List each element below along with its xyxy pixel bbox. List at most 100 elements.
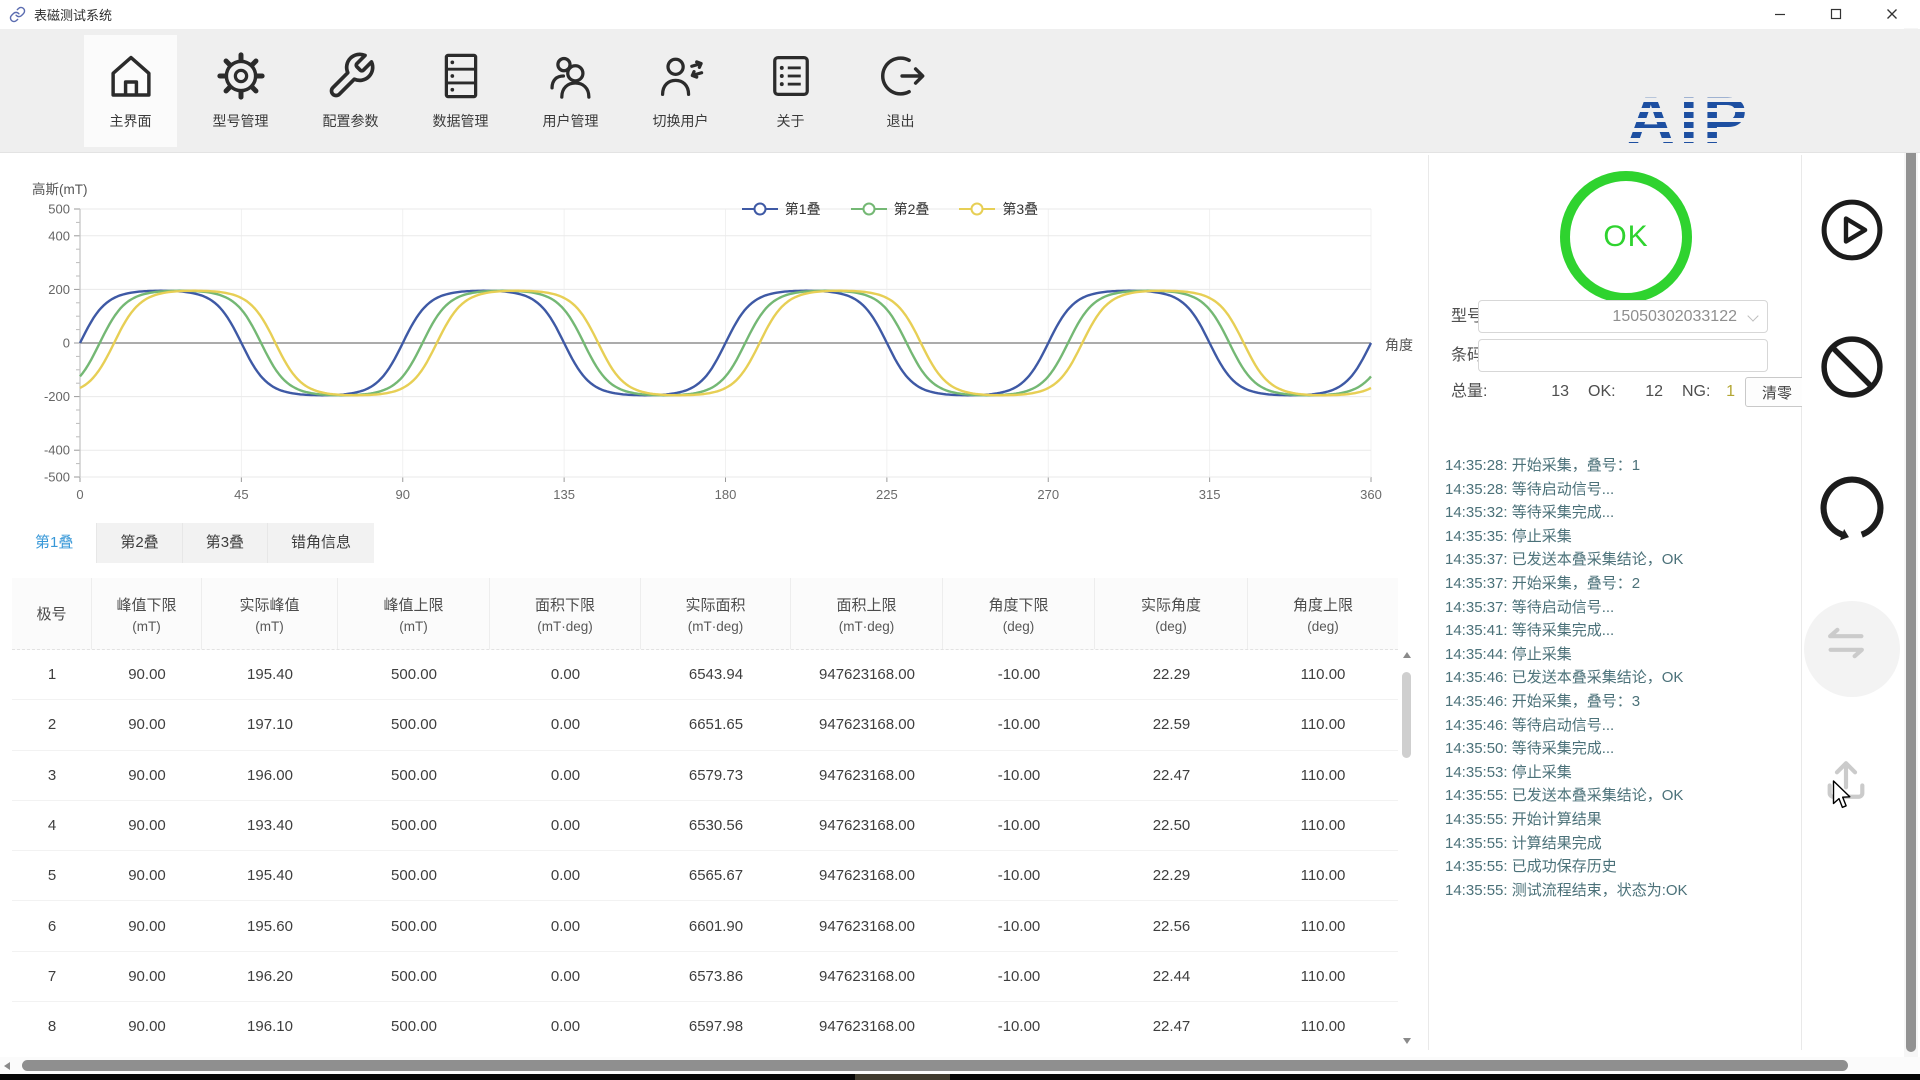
table-cell: 90.00 xyxy=(128,1018,166,1036)
table-cell: 110.00 xyxy=(1300,1018,1346,1036)
table-cell: 90.00 xyxy=(128,716,166,734)
table-cell: 110.00 xyxy=(1300,716,1346,734)
log-line: 14:35:46: 等待启动信号... xyxy=(1445,716,1615,734)
table-cell: 8 xyxy=(47,1018,57,1036)
table-row[interactable]: 3 90.00 196.00 500.00 0.00 6579.73 947623168.0… xyxy=(12,751,1398,801)
tab-第3叠[interactable]: 第3叠 xyxy=(183,523,269,563)
close-button[interactable] xyxy=(1864,0,1920,28)
maximize-button[interactable] xyxy=(1808,0,1864,28)
legend-item-第2叠[interactable]: 第2叠 xyxy=(850,199,930,219)
svg-text:-200: -200 xyxy=(44,389,70,404)
toolbar-item-退出[interactable]: 退出 xyxy=(854,35,947,147)
toolbar-item-数据管理[interactable]: 数据管理 xyxy=(414,35,507,147)
table-scroll-thumb[interactable] xyxy=(1402,672,1411,758)
toolbar-item-label: 数据管理 xyxy=(432,113,489,129)
database-icon xyxy=(435,50,487,102)
svg-text:45: 45 xyxy=(234,487,248,502)
reset-button[interactable] xyxy=(1817,473,1887,543)
table-cell: 22.29 xyxy=(1152,666,1191,684)
start-button[interactable] xyxy=(1817,195,1887,265)
table-cell: 6597.98 xyxy=(688,1018,744,1036)
table-row[interactable]: 6 90.00 195.60 500.00 0.00 6601.90 947623168.0… xyxy=(12,901,1398,952)
svg-text:400: 400 xyxy=(48,228,70,243)
column-header-实际面积: 实际面积 (mT·deg) xyxy=(641,578,791,649)
svg-text:360: 360 xyxy=(1360,487,1382,502)
result-text: OK xyxy=(1603,220,1649,253)
horizontal-scroll-thumb[interactable] xyxy=(22,1060,1848,1071)
table-cell: 500.00 xyxy=(391,766,437,784)
toolbar-item-主界面[interactable]: 主界面 xyxy=(84,34,177,147)
legend-item-第3叠[interactable]: 第3叠 xyxy=(959,199,1038,219)
table-scroll-down-icon[interactable] xyxy=(1402,1038,1411,1044)
table-row[interactable]: 8 90.00 196.10 500.00 0.00 6597.98 947623168.0… xyxy=(12,1002,1398,1045)
legend-item-第1叠[interactable]: 第1叠 xyxy=(741,199,821,219)
table-scrollbar[interactable] xyxy=(1400,652,1413,1044)
tab-第2叠[interactable]: 第2叠 xyxy=(97,523,183,563)
toolbar-item-型号管理[interactable]: 型号管理 xyxy=(194,35,287,147)
table-cell: 500.00 xyxy=(391,817,437,835)
svg-text:500: 500 xyxy=(48,202,70,217)
table-cell: 947623168.00 xyxy=(819,766,915,784)
table-row[interactable]: 1 90.00 195.40 500.00 0.00 6543.94 947623168.0… xyxy=(12,650,1398,701)
table-cell: 22.29 xyxy=(1152,867,1191,885)
table-cell: 5 xyxy=(47,867,57,885)
table-cell: 0.00 xyxy=(550,666,581,684)
table-cell: 0.00 xyxy=(550,1018,581,1036)
table-cell: 500.00 xyxy=(391,716,437,734)
tab-第1叠[interactable]: 第1叠 xyxy=(12,523,98,563)
table-cell: 6573.86 xyxy=(688,967,744,985)
toolbar-item-用户管理[interactable]: 用户管理 xyxy=(524,35,617,147)
chart-y-axis-title: 高斯(mT) xyxy=(32,182,88,197)
table-cell: -10.00 xyxy=(997,666,1041,684)
legend-marker-icon xyxy=(959,202,996,216)
toolbar-item-切换用户[interactable]: 切换用户 xyxy=(634,35,727,147)
switch-user-icon xyxy=(655,50,707,102)
main-toolbar: 主界面 型号管理 配置参数 数据管理 用户管理 切换用户 关于 退出 AIP xyxy=(0,29,1920,158)
log-line: 14:35:55: 测试流程结束，状态为:OK xyxy=(1445,881,1688,899)
table-cell: -10.00 xyxy=(997,817,1041,835)
table-row[interactable]: 5 90.00 195.40 500.00 0.00 6565.67 947623168.0… xyxy=(12,851,1398,902)
table-row[interactable]: 7 90.00 196.20 500.00 0.00 6573.86 947623168.0… xyxy=(12,952,1398,1003)
toolbar-item-label: 退出 xyxy=(886,113,915,129)
minimize-button[interactable] xyxy=(1752,0,1808,28)
legend-label: 第2叠 xyxy=(893,201,930,217)
ng-value: 1 xyxy=(1726,383,1735,400)
table-cell: 500.00 xyxy=(391,917,437,935)
table-cell: 22.59 xyxy=(1152,716,1191,734)
column-header-峰值上限: 峰值上限 (mT) xyxy=(338,578,490,649)
clear-button[interactable]: 清零 xyxy=(1745,377,1809,407)
toolbar-item-关于[interactable]: 关于 xyxy=(744,35,837,147)
table-cell: 500.00 xyxy=(391,666,437,684)
stop-button[interactable] xyxy=(1817,332,1887,402)
table-row[interactable]: 2 90.00 197.10 500.00 0.00 6651.65 947623168.0… xyxy=(12,700,1398,751)
transfer-button xyxy=(1817,614,1887,684)
table-cell: 3 xyxy=(47,766,57,784)
horizontal-scrollbar[interactable] xyxy=(0,1057,1920,1074)
model-value: 15050302033122 xyxy=(1612,308,1737,325)
barcode-input[interactable] xyxy=(1478,339,1768,372)
exit-icon xyxy=(875,50,927,102)
vertical-scrollbar[interactable] xyxy=(1904,28,1918,1074)
table-row[interactable]: 4 90.00 193.40 500.00 0.00 6530.56 947623168.0… xyxy=(12,801,1398,852)
column-header-实际角度: 实际角度 (deg) xyxy=(1095,578,1248,649)
table-cell: 90.00 xyxy=(128,867,166,885)
table-cell: 500.00 xyxy=(391,867,437,885)
table-cell: 6530.56 xyxy=(688,817,744,835)
table-cell: 90.00 xyxy=(128,817,166,835)
toolbar-item-配置参数[interactable]: 配置参数 xyxy=(304,35,397,147)
table-cell: -10.00 xyxy=(997,766,1041,784)
log-line: 14:35:46: 已发送本叠采集结论，OK xyxy=(1445,669,1684,687)
window-title: 表磁测试系统 xyxy=(34,7,113,23)
vertical-scroll-thumb[interactable] xyxy=(1906,46,1916,1052)
table-cell: 193.40 xyxy=(247,817,293,835)
table-cell: 195.40 xyxy=(247,867,293,885)
tab-错角信息[interactable]: 错角信息 xyxy=(268,523,374,563)
log-line: 14:35:55: 已发送本叠采集结论，OK xyxy=(1445,787,1684,805)
table-cell: 22.47 xyxy=(1152,766,1191,784)
table-cell: -10.00 xyxy=(997,867,1041,885)
model-dropdown[interactable]: 15050302033122 xyxy=(1478,300,1768,333)
scroll-left-icon[interactable] xyxy=(4,1062,10,1070)
column-header-面积上限: 面积上限 (mT·deg) xyxy=(791,578,943,649)
chart-legend: 第1叠 第2叠 第3叠 xyxy=(620,199,1160,219)
log-line: 14:35:28: 开始采集，叠号：1 xyxy=(1445,457,1641,474)
